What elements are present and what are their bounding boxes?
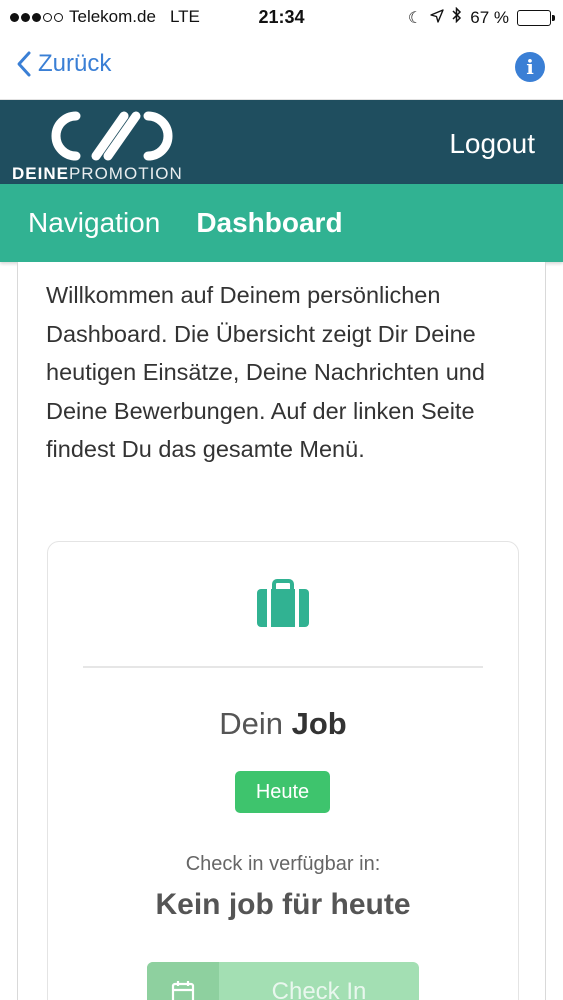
info-button[interactable]: i [515, 52, 545, 82]
brand-wordmark: DEINEPROMOTION [12, 164, 183, 183]
briefcase-icon [257, 579, 309, 627]
bluetooth-icon [452, 6, 462, 28]
checkin-label: Check in verfügbar in: [185, 853, 381, 875]
welcome-text: Willkommen auf Deinem persönlichen Dashb… [46, 282, 485, 462]
logout-button[interactable]: Logout [449, 128, 535, 160]
card-divider [83, 666, 483, 668]
calendar-icon [171, 981, 195, 1000]
back-button[interactable]: Zurück [16, 50, 111, 78]
nav-bar: Zurück i [0, 36, 563, 100]
battery-percent: 67 % [470, 7, 509, 27]
tab-navigation[interactable]: Navigation [28, 207, 160, 239]
brand-logo: DEINEPROMOTION [12, 106, 222, 183]
info-icon: i [526, 55, 534, 79]
checkin-status: Kein job für heute [155, 888, 411, 921]
moon-icon: ☾ [407, 9, 423, 27]
battery-icon [517, 9, 555, 26]
status-bar: Telekom.de LTE 21:34 ☾ 67 % [0, 0, 563, 36]
today-badge: Heute [235, 771, 330, 813]
checkin-button-label: Check In [271, 978, 367, 1000]
job-card: Dein Job Heute Check in verfügbar in: Ke… [47, 541, 519, 1000]
chevron-left-icon [17, 51, 31, 77]
back-label: Zurück [38, 50, 112, 77]
location-arrow-icon [430, 8, 444, 28]
job-card-title: Dein Job [219, 706, 347, 741]
status-right: ☾ 67 % [407, 6, 555, 28]
brand-header: DEINEPROMOTION Logout [0, 100, 563, 184]
dashboard-content: Willkommen auf Deinem persönlichen Dashb… [17, 262, 546, 1000]
checkin-icon-box [147, 962, 219, 1000]
logo-mark-icon [51, 111, 173, 161]
tab-dashboard[interactable]: Dashboard [196, 207, 342, 239]
checkin-button[interactable]: Check In [147, 962, 419, 1000]
tab-bar: Navigation Dashboard [0, 184, 563, 262]
